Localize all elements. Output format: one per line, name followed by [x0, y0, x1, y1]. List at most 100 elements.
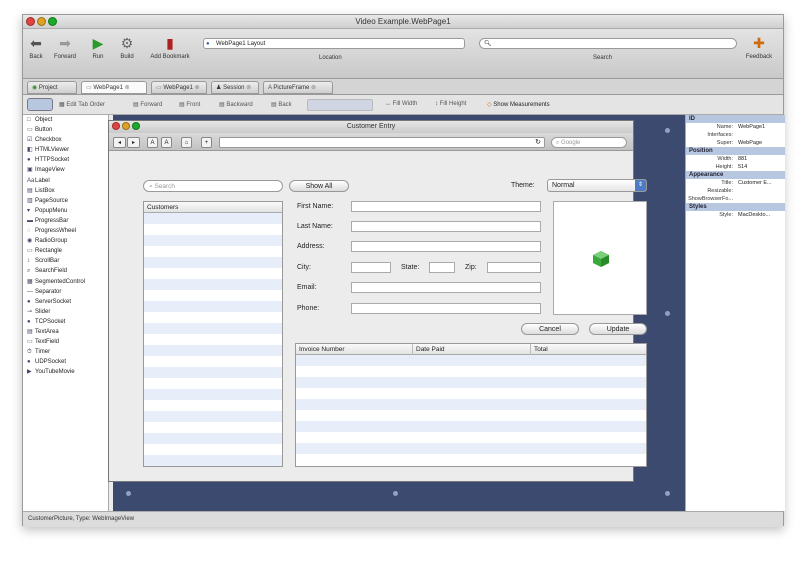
forward-order-button[interactable]: ▤ Forward: [133, 101, 162, 108]
list-row[interactable]: [144, 367, 282, 378]
list-row[interactable]: [296, 454, 646, 465]
palette-item[interactable]: ● HTTPSocket: [23, 155, 108, 165]
palette-item[interactable]: ▭ Rectangle: [23, 246, 108, 256]
view-toggle[interactable]: [27, 98, 53, 111]
customers-listbox[interactable]: Customers: [143, 201, 283, 467]
edit-tab-order-button[interactable]: ▦ Edit Tab Order: [59, 101, 105, 108]
last-name-field[interactable]: [351, 221, 541, 232]
back-button[interactable]: ⬅ Back: [25, 35, 47, 60]
list-row[interactable]: [296, 355, 646, 366]
palette-item[interactable]: ▤ TextArea: [23, 327, 108, 337]
inspector-value[interactable]: 881: [738, 155, 747, 163]
text-smaller-icon[interactable]: A: [147, 137, 158, 148]
reload-icon[interactable]: ↻: [535, 138, 541, 146]
list-row[interactable]: [144, 312, 282, 323]
palette-item[interactable]: ● ServerSocket: [23, 297, 108, 307]
browser-url-field[interactable]: ↻: [219, 137, 545, 148]
list-row[interactable]: [144, 235, 282, 246]
phone-field[interactable]: [351, 303, 541, 314]
inspector-row[interactable]: ShowBrowserFo...: [686, 195, 785, 203]
list-row[interactable]: [144, 334, 282, 345]
list-row[interactable]: [144, 268, 282, 279]
resize-handle[interactable]: [393, 491, 398, 496]
list-row[interactable]: [144, 213, 282, 224]
inspector-row[interactable]: Interfaces:: [686, 131, 785, 139]
email-field[interactable]: [351, 282, 541, 293]
palette-item[interactable]: ● TCPSocket: [23, 317, 108, 327]
list-row[interactable]: [296, 421, 646, 432]
browser-back-icon[interactable]: ◂: [113, 137, 126, 148]
palette-item[interactable]: ◌ ProgressWheel: [23, 226, 108, 236]
tab-close-icon[interactable]: ⊗: [125, 85, 130, 91]
state-field[interactable]: [429, 262, 455, 273]
resize-handle[interactable]: [665, 128, 670, 133]
palette-item[interactable]: ● UDPSocket: [23, 357, 108, 367]
align-control[interactable]: [307, 99, 373, 111]
search-field[interactable]: 🔍︎: [479, 38, 737, 49]
list-row[interactable]: [144, 400, 282, 411]
zip-field[interactable]: [487, 262, 541, 273]
list-row[interactable]: [144, 290, 282, 301]
list-row[interactable]: [144, 301, 282, 312]
close-icon[interactable]: [26, 17, 35, 26]
fill-width-button[interactable]: ↔ Fill Width: [385, 101, 417, 107]
inspector-value[interactable]: 514: [738, 163, 747, 171]
palette-item[interactable]: ◧ HTMLViewer: [23, 145, 108, 155]
palette-item[interactable]: ▥ PageSource: [23, 196, 108, 206]
palette-item[interactable]: ▬ ProgressBar: [23, 216, 108, 226]
column-total[interactable]: Total: [530, 344, 548, 355]
run-button[interactable]: ▶ Run: [87, 35, 109, 60]
zoom-icon[interactable]: [48, 17, 57, 26]
minimize-icon[interactable]: [122, 122, 130, 130]
customer-picture[interactable]: [553, 201, 647, 315]
customer-entry-webpage[interactable]: Customer Entry ◂ ▸ A A ⌂ + ↻ ⌕ Google ⌕ …: [108, 120, 647, 482]
address-field[interactable]: [351, 241, 541, 252]
list-row[interactable]: [296, 388, 646, 399]
list-row[interactable]: [144, 422, 282, 433]
column-date-paid[interactable]: Date Paid: [412, 344, 445, 355]
palette-item[interactable]: ▶ YouTubeMovie: [23, 367, 108, 377]
palette-item[interactable]: ▣ ImageView: [23, 165, 108, 175]
list-row[interactable]: [296, 443, 646, 454]
tab-webpage1-a[interactable]: ▭ WebPage1 ⊗: [81, 81, 147, 94]
list-row[interactable]: [144, 257, 282, 268]
palette-item[interactable]: ▤ ListBox: [23, 186, 108, 196]
palette-item[interactable]: □ Object: [23, 115, 108, 125]
resize-handle[interactable]: [126, 491, 131, 496]
google-search-field[interactable]: ⌕ Google: [551, 137, 627, 148]
list-row[interactable]: [296, 410, 646, 421]
browser-forward-icon[interactable]: ▸: [127, 137, 140, 148]
tab-close-icon[interactable]: ⊗: [246, 85, 251, 91]
tab-webpage1-b[interactable]: ▭ WebPage1 ⊗: [151, 81, 207, 94]
palette-item[interactable]: ☑ Checkbox: [23, 135, 108, 145]
inspector-row[interactable]: Height: 514: [686, 163, 785, 171]
inspector-row[interactable]: Resizable:: [686, 187, 785, 195]
inspector-value[interactable]: WebPage: [738, 139, 762, 147]
minimize-icon[interactable]: [37, 17, 46, 26]
list-row[interactable]: [144, 279, 282, 290]
list-row[interactable]: [296, 377, 646, 388]
list-row[interactable]: [144, 224, 282, 235]
inspector-value[interactable]: Customer E...: [738, 179, 772, 187]
invoices-listbox[interactable]: Invoice Number Date Paid Total: [295, 343, 647, 467]
tab-close-icon[interactable]: ⊗: [195, 85, 200, 91]
inspector-row[interactable]: Title: Customer E...: [686, 179, 785, 187]
close-icon[interactable]: [112, 122, 120, 130]
first-name-field[interactable]: [351, 201, 541, 212]
show-measurements-button[interactable]: ◇ Show Measurements: [487, 101, 550, 108]
tab-project[interactable]: ◉ Project: [27, 81, 77, 94]
resize-handle[interactable]: [665, 491, 670, 496]
palette-item[interactable]: ⏱ Timer: [23, 347, 108, 357]
list-row[interactable]: [144, 444, 282, 455]
inspector-row[interactable]: Width: 881: [686, 155, 785, 163]
backward-order-button[interactable]: ▤ Backward: [219, 101, 253, 108]
inspector-row[interactable]: Style: MacDeskto...: [686, 211, 785, 219]
palette-item[interactable]: ▦ SegmentedControl: [23, 277, 108, 287]
list-row[interactable]: [296, 432, 646, 443]
resize-handle[interactable]: [665, 311, 670, 316]
tab-close-icon[interactable]: ⊗: [311, 85, 316, 91]
forward-button[interactable]: ➡ Forward: [51, 35, 79, 60]
inspector-row[interactable]: Name: WebPage1: [686, 123, 785, 131]
home-icon[interactable]: ⌂: [181, 137, 192, 148]
location-field[interactable]: ● WebPage1 Layout: [203, 38, 465, 49]
